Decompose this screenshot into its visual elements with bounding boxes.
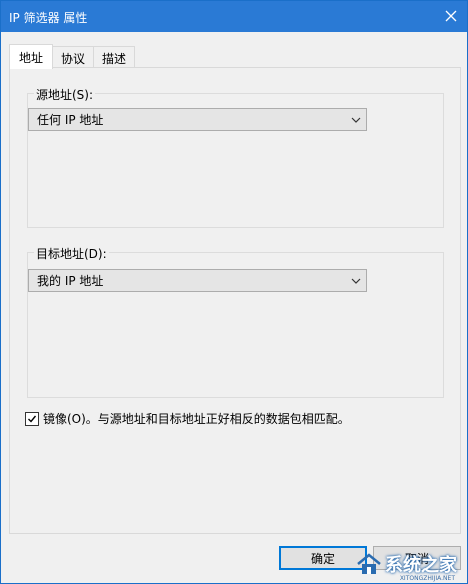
- source-address-label: 源地址(S):: [34, 86, 96, 103]
- tab-description-label: 描述: [102, 51, 127, 66]
- site-watermark: 系统之家: [356, 551, 457, 577]
- tab-protocol-label: 协议: [61, 51, 86, 66]
- tab-panel-address: 源地址(S): 任何 IP 地址 目标地址(D): 我的 IP 地址: [9, 67, 461, 534]
- ip-filter-properties-dialog: IP 筛选器 属性 地址 协议 描述 源地址(S): 任何 IP 地址 目标地址…: [0, 0, 468, 584]
- destination-address-group: 目标地址(D): 我的 IP 地址: [27, 245, 444, 398]
- ok-button-label: 确定: [310, 551, 335, 566]
- title-bar[interactable]: IP 筛选器 属性: [1, 1, 467, 32]
- close-button[interactable]: [439, 5, 463, 27]
- destination-address-dropdown[interactable]: 我的 IP 地址: [28, 269, 367, 292]
- source-address-value: 任何 IP 地址: [37, 113, 104, 127]
- chevron-down-icon: [346, 117, 366, 123]
- ok-button[interactable]: 确定: [279, 546, 367, 570]
- mirror-checkbox[interactable]: [25, 411, 39, 426]
- tab-description[interactable]: 描述: [93, 46, 136, 69]
- source-address-group: 源地址(S): 任何 IP 地址: [27, 86, 444, 228]
- destination-address-label: 目标地址(D):: [34, 245, 109, 262]
- destination-address-value: 我的 IP 地址: [37, 274, 104, 288]
- watermark-text: 系统之家: [385, 555, 457, 576]
- source-address-dropdown[interactable]: 任何 IP 地址: [28, 108, 367, 131]
- checkmark-icon: [28, 415, 37, 423]
- mirror-option[interactable]: 镜像(O)。与源地址和目标地址正好相反的数据包相匹配。: [25, 410, 350, 427]
- chevron-down-icon: [346, 278, 366, 284]
- tab-protocol[interactable]: 协议: [52, 46, 95, 69]
- watermark-subtext: XITONGZHIJIA.NET: [399, 575, 455, 582]
- tab-address-label: 地址: [19, 50, 44, 65]
- house-logo-icon: [357, 553, 381, 574]
- close-icon: [445, 10, 457, 22]
- tab-strip: 地址 协议 描述: [9, 44, 136, 69]
- window-title: IP 筛选器 属性: [9, 11, 88, 25]
- tab-address[interactable]: 地址: [9, 44, 54, 69]
- mirror-label: 镜像(O)。与源地址和目标地址正好相反的数据包相匹配。: [43, 412, 350, 426]
